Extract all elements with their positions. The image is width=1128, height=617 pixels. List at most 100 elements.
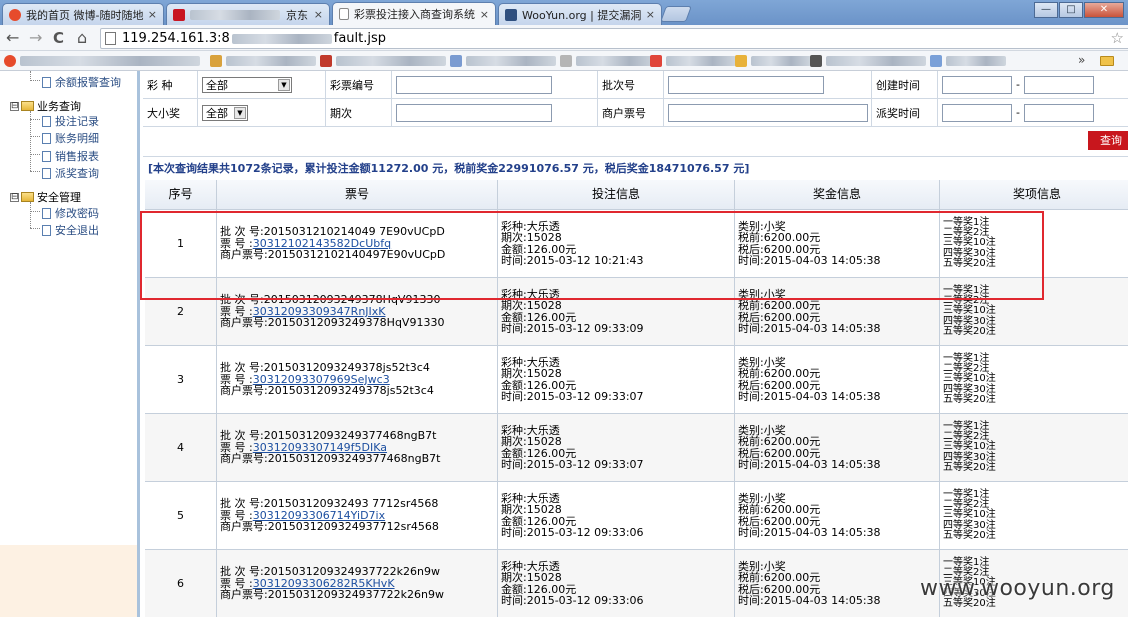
tree-item-account-details[interactable]: 账务明细	[42, 130, 99, 146]
filter-field-cell	[664, 99, 872, 127]
lottery-type-select[interactable]: 全部 ▼	[202, 76, 292, 93]
filter-label: 商户票号	[598, 99, 664, 127]
cell-bet-info: 彩种:大乐透 期次:15028 金额:126.00元 时间:2015-03-12 09…	[498, 346, 735, 414]
bookmarks-overflow-icon[interactable]: »	[1078, 53, 1085, 67]
other-bookmarks-folder[interactable]	[1100, 55, 1114, 67]
tree-group-business-query[interactable]: ⊟ 业务查询	[10, 98, 81, 114]
tree-item-award-query[interactable]: 派奖查询	[42, 165, 99, 181]
merchant-ticket-input[interactable]	[668, 103, 868, 122]
tree-item-label: 修改密码	[55, 207, 99, 220]
tree-item-logout[interactable]: 安全退出	[42, 222, 99, 238]
bookmark-icon	[650, 55, 662, 67]
select-value: 全部	[206, 106, 228, 120]
browser-toolbar: ← → C ⌂ 119.254.161.3:8 fault.jsp ☆	[0, 25, 1128, 51]
wooyun-favicon-icon	[505, 8, 517, 21]
batch-number-input[interactable]	[668, 75, 824, 94]
tree-group-security[interactable]: ⊟ 安全管理	[10, 189, 81, 205]
tree-connector	[30, 119, 40, 120]
merchant-ticket: 商户票号:20150312093249378HqV91330	[220, 316, 445, 330]
bookmark-item[interactable]	[560, 55, 656, 67]
close-window-button[interactable]: ✕	[1084, 2, 1124, 18]
row-number: 5	[177, 509, 184, 522]
column-header-award-info[interactable]: 奖项信息	[940, 180, 1128, 210]
tab-weibo[interactable]: 我的首页 微博-随时随地 ×	[2, 3, 164, 25]
tab-lottery-query[interactable]: 彩票投注接入商查询系统 ×	[332, 2, 496, 25]
column-header-ticket[interactable]: 票号	[217, 180, 498, 210]
close-icon[interactable]: ×	[646, 8, 655, 21]
tree-connector	[30, 154, 40, 155]
bookmark-star-icon[interactable]: ☆	[1111, 29, 1124, 47]
cell-award-info: 一等奖1注 二等奖2注 三等奖10注 四等奖30注 五等奖20注	[940, 482, 1128, 550]
period-input[interactable]	[396, 103, 552, 122]
cell-ticket: 批 次 号:20150312093249378HqV91330 票 号 :3031…	[217, 278, 498, 346]
cell-award-info: 一等奖1注 二等奖2注 三等奖10注 四等奖30注 五等奖20注	[940, 346, 1128, 414]
cell-seq: 1	[145, 210, 217, 278]
close-icon[interactable]: ×	[480, 8, 489, 21]
bookmark-item[interactable]	[930, 55, 1006, 67]
cell-seq: 2	[145, 278, 217, 346]
column-header-seq[interactable]: 序号	[145, 180, 217, 210]
row-number: 6	[177, 577, 184, 590]
lottery-number-input[interactable]	[396, 75, 552, 94]
tree-item-change-password[interactable]: 修改密码	[42, 205, 99, 221]
tab-label: WooYun.org | 提交漏洞	[522, 8, 642, 22]
address-bar[interactable]: 119.254.161.3:8 fault.jsp	[100, 28, 1128, 49]
filter-row: 彩 种 全部 ▼ 彩票编号 批次号 创建时间 -	[143, 71, 1128, 99]
bookmark-item[interactable]	[450, 55, 556, 67]
bookmark-item[interactable]	[320, 55, 446, 67]
bookmark-item[interactable]	[650, 55, 736, 67]
prize-size-select[interactable]: 全部 ▼	[202, 104, 248, 121]
create-time-start-input[interactable]	[942, 75, 1012, 94]
award-line: 五等奖20注	[943, 529, 996, 541]
create-time-end-input[interactable]	[1023, 75, 1094, 94]
minimize-button[interactable]: —	[1034, 2, 1058, 18]
back-icon[interactable]: ←	[6, 28, 19, 48]
cell-ticket: 批 次 号:201503120932493 7712sr4568 票 号 :303…	[217, 482, 498, 550]
redacted-bookmark	[826, 56, 926, 66]
tree-item-balance-alert[interactable]: 余额报警查询	[42, 74, 121, 90]
column-header-prize-info[interactable]: 奖金信息	[735, 180, 940, 210]
award-time-start-input[interactable]	[942, 103, 1012, 122]
collapse-icon[interactable]: ⊟	[10, 192, 19, 202]
award-time-end-input[interactable]	[1023, 103, 1094, 122]
bookmark-item[interactable]	[4, 55, 200, 67]
tab-wooyun[interactable]: WooYun.org | 提交漏洞 ×	[498, 3, 662, 25]
row-number: 4	[177, 441, 184, 454]
bookmark-icon	[735, 55, 747, 67]
lottery-number-label: 彩票编号	[330, 78, 374, 92]
filter-label: 大小奖	[143, 99, 198, 127]
cell-award-info: 一等奖1注 二等奖2注 三等奖10注 四等奖30注 五等奖20注	[940, 210, 1128, 278]
prize-info-line: 税前:6200.00元	[738, 435, 821, 448]
bookmark-item[interactable]	[210, 55, 316, 67]
home-icon[interactable]: ⌂	[77, 28, 87, 48]
column-header-bet-info[interactable]: 投注信息	[498, 180, 735, 210]
forward-icon[interactable]: →	[29, 28, 42, 48]
merchant-ticket: 商户票号:20150312093249377468ngB7t	[220, 452, 441, 466]
tab-label: 京东	[286, 8, 308, 22]
bet-info-line: 期次:15028	[501, 503, 562, 516]
tree-item-bet-records[interactable]: 投注记录	[42, 113, 99, 129]
url-text-end: fault.jsp	[333, 31, 387, 46]
new-tab-button[interactable]	[660, 6, 692, 22]
redacted-bookmark	[336, 56, 446, 66]
page-icon	[42, 132, 51, 144]
tab-jd[interactable]: 京东 ×	[166, 3, 330, 25]
close-icon[interactable]: ×	[314, 8, 323, 21]
reload-icon[interactable]: C	[53, 28, 64, 48]
close-icon[interactable]: ×	[148, 8, 157, 21]
bookmark-item[interactable]	[735, 55, 811, 67]
create-time-label: 创建时间	[876, 78, 920, 92]
bookmark-icon	[810, 55, 822, 67]
tree-item-sales-report[interactable]: 销售报表	[42, 148, 99, 164]
page-icon	[105, 32, 116, 45]
row-number: 3	[177, 373, 184, 386]
sidebar-footer-area	[0, 545, 137, 617]
bookmark-item[interactable]	[810, 55, 926, 67]
cell-award-info: 一等奖1注 二等奖2注 三等奖10注 四等奖30注 五等奖20注	[940, 278, 1128, 346]
filter-field-cell: 全部 ▼	[198, 99, 326, 127]
maximize-button[interactable]: □	[1059, 2, 1083, 18]
filter-field-cell: -	[938, 71, 1128, 99]
page-favicon-icon	[339, 8, 349, 20]
collapse-icon[interactable]: ⊟	[10, 101, 19, 111]
query-button[interactable]: 查询	[1088, 131, 1128, 150]
